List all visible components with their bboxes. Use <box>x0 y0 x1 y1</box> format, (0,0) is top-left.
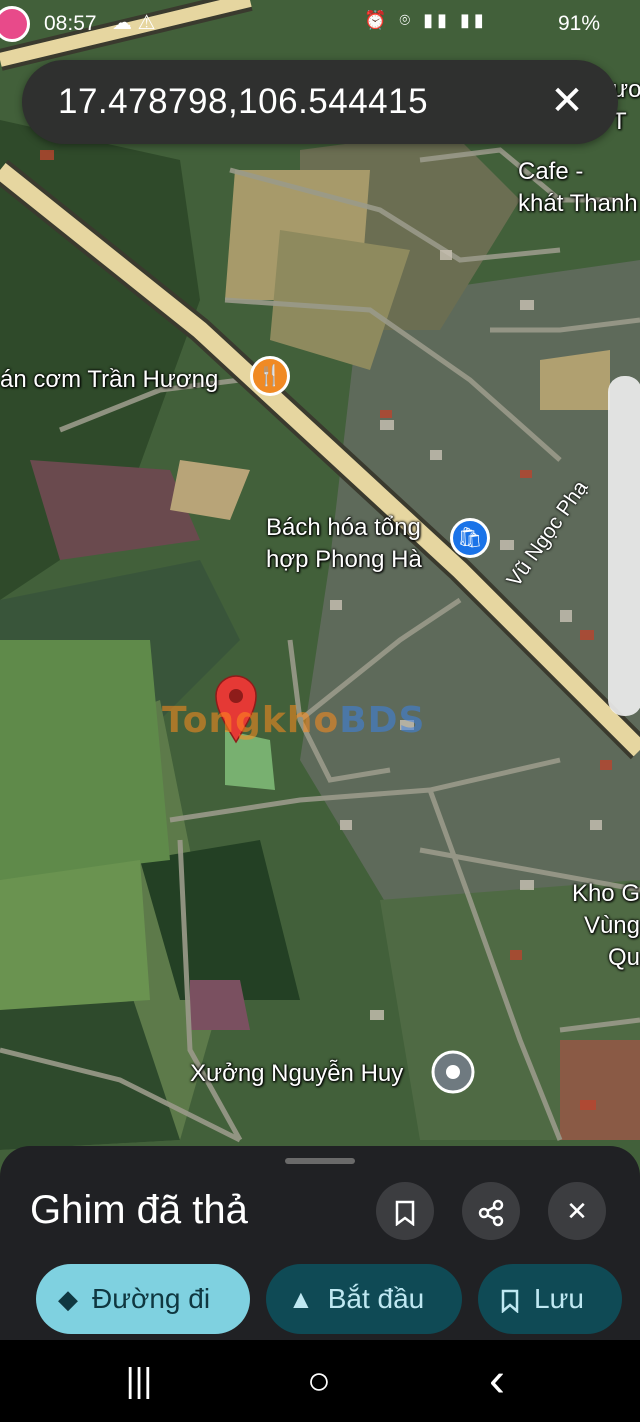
search-input[interactable]: 17.478798,106.544415 <box>58 82 428 122</box>
weather-warning-icons: ☁ ⚠ <box>112 12 156 34</box>
map-label-warehouse[interactable]: Kho G Vùng Qu <box>546 878 640 974</box>
navigation-arrow-icon: ▲ <box>288 1284 314 1314</box>
watermark: TongkhoBDS <box>162 700 426 741</box>
sheet-title: Ghim đã thả <box>30 1188 248 1232</box>
bookmark-icon <box>395 1200 415 1227</box>
map-label-cafe[interactable]: Cafe - khát Thanh <box>518 156 638 220</box>
status-time: 08:57 <box>44 12 97 35</box>
map-label-restaurant[interactable]: án cơm Trần Hương <box>0 364 218 396</box>
shopping-bag-icon[interactable]: 🛍 <box>450 518 490 558</box>
app-notification-icon <box>0 6 30 42</box>
directions-icon: ◆ <box>58 1284 78 1314</box>
sheet-drag-handle[interactable] <box>285 1158 355 1164</box>
back-button[interactable]: ‹ <box>472 1357 522 1405</box>
share-button[interactable] <box>462 1182 520 1240</box>
satellite-map[interactable]: TongkhoBDS Cafe - khát Thanh ươ T án cơm… <box>0 0 640 1340</box>
bottom-sheet[interactable]: Ghim đã thả ✕ ◆ Đường đi ▲ Bắt đầu Lưu <box>0 1146 640 1340</box>
close-icon[interactable]: ✕ <box>544 78 590 124</box>
close-icon: ✕ <box>566 1196 588 1226</box>
search-bar[interactable]: 17.478798,106.544415 ✕ <box>22 60 618 144</box>
signal-icons: ⏰ ⌾ ▮▮ ▮▮ <box>364 10 488 30</box>
bookmark-icon <box>500 1264 520 1334</box>
status-bar: 08:57 ☁ ⚠ ⏰ ⌾ ▮▮ ▮▮ 91% <box>0 0 640 48</box>
bookmark-button[interactable] <box>376 1182 434 1240</box>
recents-button[interactable]: ||| <box>114 1358 164 1404</box>
restaurant-icon[interactable]: 🍴 <box>250 356 290 396</box>
system-navigation-bar: ||| ○ ‹ <box>0 1340 640 1422</box>
save-button[interactable]: Lưu <box>478 1264 622 1334</box>
close-sheet-button[interactable]: ✕ <box>548 1182 606 1240</box>
side-panel-handle[interactable] <box>608 376 640 716</box>
directions-button[interactable]: ◆ Đường đi <box>36 1264 250 1334</box>
start-button[interactable]: ▲ Bắt đầu <box>266 1264 462 1334</box>
battery-level: 91% <box>557 12 600 35</box>
map-label-workshop[interactable]: Xưởng Nguyễn Huy <box>190 1058 403 1090</box>
share-icon <box>478 1199 504 1227</box>
home-button[interactable]: ○ <box>294 1358 344 1404</box>
map-label-store[interactable]: Bách hóa tổng hợp Phong Hà <box>266 512 422 576</box>
